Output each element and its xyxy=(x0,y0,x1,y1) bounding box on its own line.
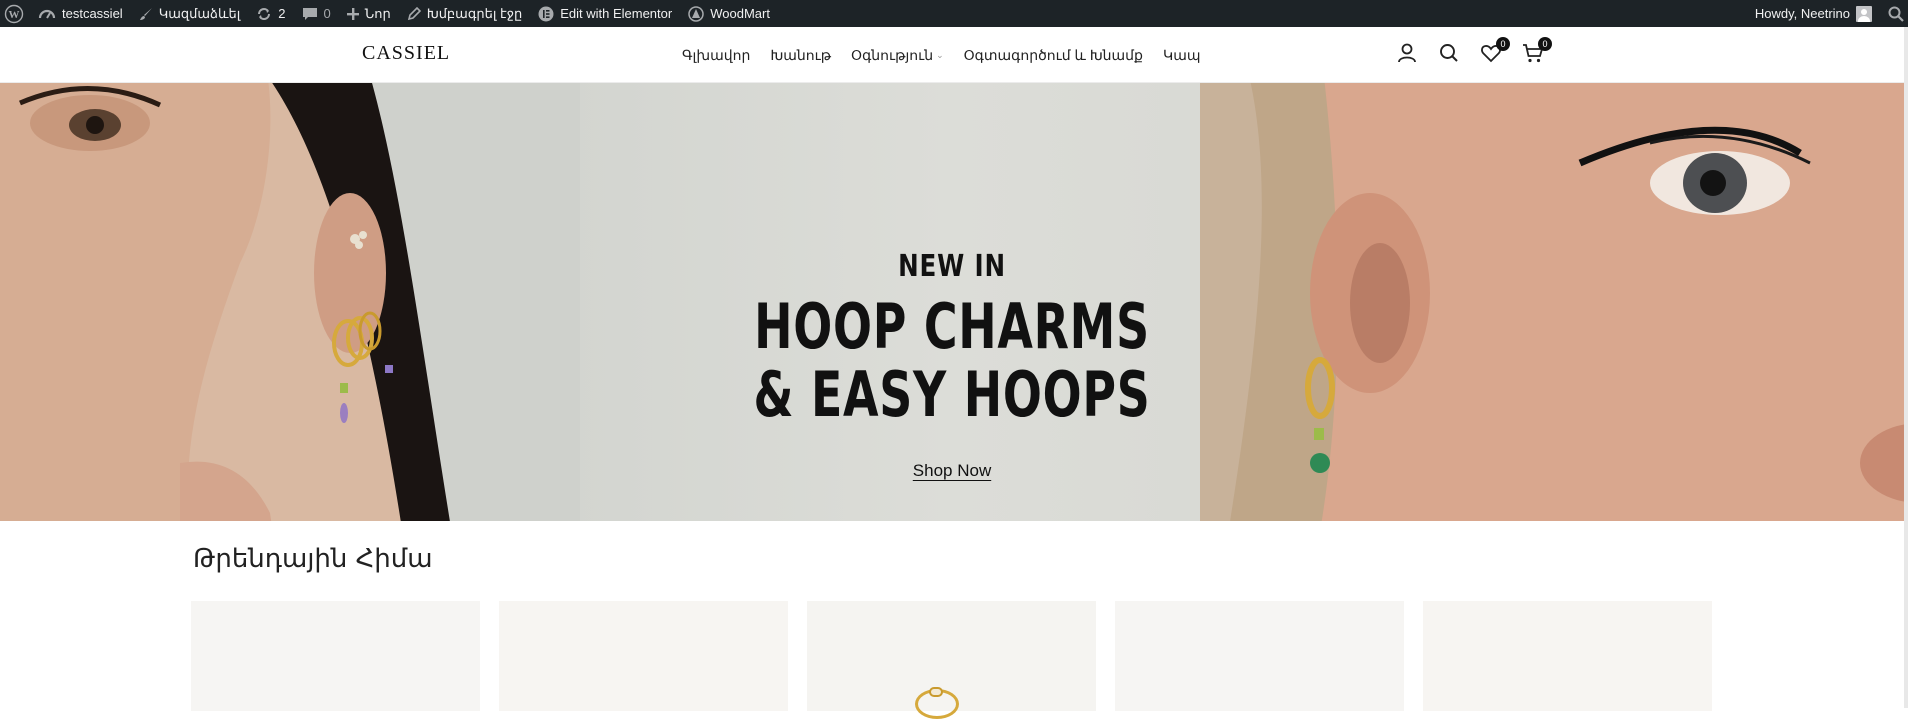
search-button[interactable] xyxy=(1437,41,1461,65)
product-card[interactable] xyxy=(1115,601,1404,711)
elementor-link[interactable]: Edit with Elementor xyxy=(530,0,680,27)
hero-title: HOOP CHARMS & EASY HOOPS xyxy=(248,293,1657,429)
woodmart-icon xyxy=(688,5,704,22)
nav-label: Գլխավոր xyxy=(682,46,751,63)
dashboard-icon xyxy=(38,9,56,19)
comments-link[interactable]: 0 xyxy=(294,0,339,27)
wishlist-count-badge: 0 xyxy=(1496,37,1510,51)
howdy-text: Howdy, Neetrino xyxy=(1754,6,1850,21)
nav-item-shop[interactable]: Խանութ xyxy=(770,47,831,64)
nav-item-usage-care[interactable]: Օգտագործում և Խնամք xyxy=(964,47,1143,64)
cart-button[interactable]: 0 xyxy=(1521,37,1552,65)
updates-icon xyxy=(258,7,271,20)
updates-count: 2 xyxy=(278,6,286,21)
nav-label: Խանութ xyxy=(770,46,832,63)
updates-link[interactable]: 2 xyxy=(248,0,293,27)
elementor-icon xyxy=(538,6,554,21)
product-card[interactable] xyxy=(1423,601,1712,711)
user-icon xyxy=(1398,43,1416,63)
chevron-down-icon: ⌄ xyxy=(936,49,944,60)
account-menu[interactable]: Howdy, Neetrino xyxy=(1747,0,1880,27)
site-name: testcassiel xyxy=(62,6,123,21)
svg-text:W: W xyxy=(9,9,20,21)
site-logo[interactable]: CASSIEL xyxy=(362,42,450,65)
plus-icon xyxy=(346,7,359,20)
main-nav: Գլխավոր Խանութ Օգնություն ⌄ Օգտագործում և… xyxy=(682,27,1201,83)
cart-count-badge: 0 xyxy=(1538,37,1552,51)
admin-bar: W testcassiel Կազմաձևել 2 0 Նոր Խմբագրել… xyxy=(0,0,1908,27)
nav-label: Օգնություն xyxy=(851,46,934,63)
new-content-menu[interactable]: Նոր xyxy=(339,0,399,27)
nav-label: Օգտագործում և Խնամք xyxy=(963,46,1143,63)
search-icon xyxy=(1888,6,1904,22)
edit-page-link[interactable]: Խմբագրել էջը xyxy=(399,0,531,27)
product-card[interactable] xyxy=(191,601,480,711)
comments-count: 0 xyxy=(323,6,331,21)
header-actions: 0 0 xyxy=(1395,37,1552,65)
avatar xyxy=(1856,5,1872,22)
brush-icon xyxy=(139,7,152,20)
new-label: Նոր xyxy=(364,5,391,21)
nav-label: Կապ xyxy=(1162,46,1201,63)
woodmart-label: WoodMart xyxy=(710,6,770,21)
hero-content: NEW IN HOOP CHARMS & EASY HOOPS Shop Now xyxy=(0,83,1904,521)
comment-icon xyxy=(302,7,317,20)
wordpress-icon: W xyxy=(4,4,24,23)
wishlist-button[interactable]: 0 xyxy=(1479,37,1510,65)
product-card[interactable] xyxy=(499,601,788,711)
wordpress-menu[interactable]: W xyxy=(0,0,30,27)
hero-title-line-1: HOOP CHARMS xyxy=(754,290,1150,363)
edit-page-label: Խմբագրել էջը xyxy=(426,5,523,21)
shop-now-link[interactable]: Shop Now xyxy=(913,461,991,480)
hero-kicker: NEW IN xyxy=(898,249,1006,284)
site-name-menu[interactable]: testcassiel xyxy=(30,0,131,27)
woodmart-link[interactable]: WoodMart xyxy=(680,0,778,27)
product-stone-image xyxy=(929,687,943,697)
site-header: CASSIEL Գլխավոր Խանութ Օգնություն ⌄ Օգտագ… xyxy=(0,27,1904,83)
product-card[interactable] xyxy=(807,601,1096,719)
account-button[interactable] xyxy=(1395,41,1419,65)
nav-item-contact[interactable]: Կապ xyxy=(1163,47,1201,64)
customize-label: Կազմաձևել xyxy=(158,5,241,21)
nav-item-help[interactable]: Օգնություն ⌄ xyxy=(851,47,944,64)
elementor-label: Edit with Elementor xyxy=(560,6,673,21)
scrollbar[interactable] xyxy=(1904,27,1908,708)
search-icon xyxy=(1440,44,1458,62)
admin-search[interactable] xyxy=(1880,0,1908,27)
trending-title: Թրենդային Հիմա xyxy=(193,544,433,574)
nav-item-home[interactable]: Գլխավոր xyxy=(682,47,750,64)
customize-link[interactable]: Կազմաձևել xyxy=(131,0,249,27)
hero-title-line-2: & EASY HOOPS xyxy=(753,358,1151,431)
hero-cta: Shop Now xyxy=(0,461,1904,481)
hero-banner: NEW IN HOOP CHARMS & EASY HOOPS Shop Now xyxy=(0,83,1904,521)
trending-products xyxy=(191,601,1712,719)
pencil-icon xyxy=(407,6,421,20)
